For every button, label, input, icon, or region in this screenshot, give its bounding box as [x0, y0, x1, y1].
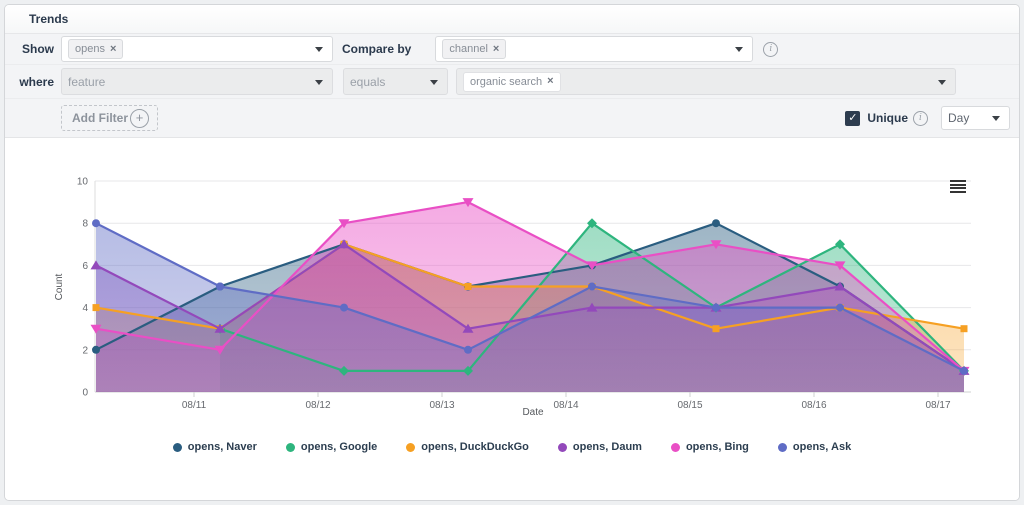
- svg-text:08/15: 08/15: [677, 400, 702, 411]
- interval-select[interactable]: Day: [941, 106, 1010, 130]
- compare-tag: channel ×: [442, 39, 506, 59]
- add-filter-label: Add Filter: [72, 111, 128, 125]
- legend-label: opens, DuckDuckGo: [421, 441, 529, 453]
- where-placeholder: feature: [68, 75, 105, 89]
- chart-menu-button[interactable]: [950, 180, 966, 194]
- operator-select[interactable]: equals: [343, 68, 448, 95]
- chevron-down-icon: [430, 80, 438, 85]
- legend-label: opens, Bing: [686, 441, 749, 453]
- plus-icon: +: [130, 109, 149, 128]
- show-select[interactable]: opens ×: [61, 36, 333, 62]
- panel-header: Trends: [5, 5, 1019, 34]
- legend-item[interactable]: opens, Ask: [778, 441, 851, 453]
- svg-text:08/11: 08/11: [182, 400, 207, 411]
- unique-label: Unique: [867, 111, 908, 125]
- legend-item[interactable]: opens, Google: [286, 441, 377, 453]
- svg-text:08/16: 08/16: [801, 400, 826, 411]
- where-value-tag-text: organic search: [470, 76, 542, 88]
- interval-value: Day: [948, 111, 969, 125]
- unique-checkbox[interactable]: ✓: [845, 111, 860, 126]
- svg-text:Count: Count: [54, 273, 65, 300]
- remove-compare-tag-icon[interactable]: ×: [493, 44, 499, 55]
- svg-text:4: 4: [82, 303, 88, 314]
- info-icon[interactable]: i: [913, 111, 928, 126]
- chart-legend: opens, Naver opens, Google opens, DuckDuck…: [5, 441, 1019, 453]
- where-value-select[interactable]: organic search ×: [456, 68, 956, 95]
- chevron-down-icon: [315, 80, 323, 85]
- show-label: Show: [5, 42, 54, 56]
- where-property-select[interactable]: feature: [61, 68, 333, 95]
- show-tag: opens ×: [68, 39, 123, 59]
- compare-by-select[interactable]: channel ×: [435, 36, 753, 62]
- chevron-down-icon: [938, 80, 946, 85]
- legend-label: opens, Naver: [188, 441, 257, 453]
- legend-label: opens, Google: [301, 441, 377, 453]
- chevron-down-icon: [315, 47, 323, 52]
- show-tag-text: opens: [75, 43, 105, 55]
- legend-item[interactable]: opens, Bing: [671, 441, 749, 453]
- legend-dot-icon: [406, 443, 415, 452]
- chevron-down-icon: [992, 116, 1000, 121]
- legend-label: opens, Daum: [573, 441, 642, 453]
- legend-item[interactable]: opens, Daum: [558, 441, 642, 453]
- compare-by-label: Compare by: [342, 42, 411, 56]
- legend-dot-icon: [671, 443, 680, 452]
- trends-chart: 0 2 4 6 8 10 08/11 08/12 08/13 08/14 08/15 08/16 08/…: [5, 138, 1019, 438]
- compare-tag-text: channel: [449, 43, 488, 55]
- panel-title: Trends: [29, 12, 68, 26]
- legend-dot-icon: [286, 443, 295, 452]
- svg-text:0: 0: [82, 388, 88, 399]
- legend-dot-icon: [558, 443, 567, 452]
- svg-text:10: 10: [77, 177, 89, 188]
- filter-bar: Show opens × Compare by channel × i wher…: [5, 34, 1019, 138]
- remove-show-tag-icon[interactable]: ×: [110, 44, 116, 55]
- legend-label: opens, Ask: [793, 441, 851, 453]
- legend-dot-icon: [778, 443, 787, 452]
- legend-dot-icon: [173, 443, 182, 452]
- operator-value: equals: [350, 75, 385, 89]
- chevron-down-icon: [735, 47, 743, 52]
- svg-text:08/13: 08/13: [429, 400, 454, 411]
- chart-area: 0 2 4 6 8 10 08/11 08/12 08/13 08/14 08/15 08/16 08/…: [5, 138, 1019, 501]
- svg-text:08/14: 08/14: [553, 400, 578, 411]
- legend-item[interactable]: opens, Naver: [173, 441, 257, 453]
- trends-panel: Trends Show opens × Compare by channel ×…: [4, 4, 1020, 501]
- add-filter-button[interactable]: Add Filter +: [61, 105, 158, 131]
- remove-where-value-tag-icon[interactable]: ×: [547, 76, 553, 87]
- svg-text:Date: Date: [522, 407, 544, 418]
- svg-text:6: 6: [82, 261, 88, 272]
- info-icon[interactable]: i: [763, 42, 778, 57]
- svg-text:08/12: 08/12: [305, 400, 330, 411]
- svg-text:2: 2: [82, 345, 88, 356]
- svg-text:8: 8: [82, 219, 88, 230]
- where-label: where: [5, 75, 54, 89]
- where-value-tag: organic search ×: [463, 72, 561, 92]
- legend-item[interactable]: opens, DuckDuckGo: [406, 441, 529, 453]
- svg-text:08/17: 08/17: [925, 400, 950, 411]
